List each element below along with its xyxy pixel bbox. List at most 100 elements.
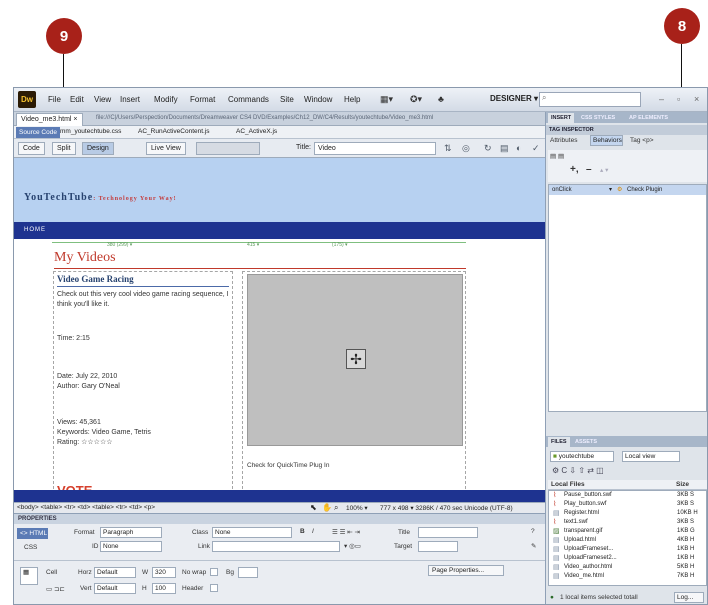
header-checkbox[interactable] <box>210 584 218 592</box>
menu-commands[interactable]: Commands <box>228 95 269 104</box>
minimize-icon[interactable]: – <box>659 94 664 104</box>
maximize-icon[interactable]: ▫ <box>677 94 680 104</box>
file-row[interactable]: ▤ Upload.html 4KB H <box>549 536 706 545</box>
video-player-cell[interactable]: ✢ Check for QuickTime Plug In <box>242 271 466 502</box>
document-tab[interactable]: Video_me3.html × <box>16 113 83 126</box>
hand-tool-icon[interactable]: ✋ <box>322 503 332 512</box>
menu-insert[interactable]: Insert <box>120 95 140 104</box>
tab-assets[interactable]: ASSETS <box>572 437 600 447</box>
behavior-row[interactable]: onClick ▾ ⚙ Check Plugin <box>549 185 706 195</box>
view-select[interactable]: Local view <box>622 451 680 462</box>
target-select[interactable] <box>418 541 458 552</box>
split-view-button[interactable]: Split <box>52 142 76 155</box>
class-select[interactable]: None <box>212 527 292 538</box>
plugin-check-text[interactable]: Check for QuickTime Plug In <box>247 462 329 469</box>
file-row[interactable]: ⌇ Pause_button.swf 3KB S <box>549 491 706 500</box>
bg-color-input[interactable] <box>238 567 258 578</box>
file-row[interactable]: ▤ UploadFrameset... 1KB H <box>549 545 706 554</box>
link-input[interactable] <box>212 541 340 552</box>
w-input[interactable]: 320 <box>152 567 176 578</box>
move-arrows-icon[interactable]: ▴ ▾ <box>600 166 608 174</box>
tag-selector[interactable]: <body> <table> <tr> <td> <table> <tr> <t… <box>17 504 155 511</box>
add-behavior-icon[interactable]: +, <box>570 164 579 175</box>
view-options-icon[interactable]: ▤ <box>500 143 509 154</box>
select-tool-icon[interactable]: ⬉ <box>310 503 317 512</box>
local-files-header[interactable]: Local Files <box>551 481 585 488</box>
quicktime-placeholder[interactable]: ✢ <box>247 274 463 446</box>
files-toolbar-icons[interactable]: ⚙ C ⇩ ⇧ ⇄ ◫ <box>552 466 604 475</box>
tab-insert[interactable]: INSERT <box>548 113 575 123</box>
quick-tag-icon[interactable]: ✎ <box>531 542 536 550</box>
point-to-file-icon[interactable]: ▾ ◎▭ <box>344 542 361 550</box>
search-input[interactable]: ⌕ <box>539 92 641 107</box>
merge-split-icon[interactable]: ▭ ⊐⊏ <box>46 585 65 593</box>
tab-files[interactable]: FILES <box>548 437 570 447</box>
file-management-icon[interactable]: ⇅ <box>444 143 452 154</box>
file-row[interactable]: ⌇ text1.swf 3KB S <box>549 518 706 527</box>
menu-edit[interactable]: Edit <box>70 95 84 104</box>
refresh-icon[interactable]: ↻ <box>484 143 492 154</box>
live-view-button[interactable]: Live View <box>146 142 186 155</box>
h-input[interactable]: 100 <box>152 583 176 594</box>
nav-home-link[interactable]: HOME <box>24 227 46 233</box>
preview-browser-icon[interactable]: ◎ <box>462 143 470 154</box>
window-size-info[interactable]: 777 x 498 ▾ 3286K / 470 sec Unicode (UTF… <box>380 504 513 512</box>
title-prop-input[interactable] <box>418 527 478 538</box>
site-select[interactable]: ■ youtechtube <box>550 451 614 462</box>
event-dropdown-icon[interactable]: ▾ <box>609 185 612 195</box>
design-view-button[interactable]: Design <box>82 142 114 155</box>
related-file-ac-runactive[interactable]: AC_RunActiveContent.js <box>138 128 210 135</box>
menu-file[interactable]: File <box>48 95 61 104</box>
behaviors-tab[interactable]: Behaviors <box>590 135 623 146</box>
italic-button[interactable]: I <box>312 528 314 535</box>
menu-window[interactable]: Window <box>304 95 332 104</box>
attributes-tab[interactable]: Attributes <box>550 137 577 144</box>
site-icon[interactable]: ♣ <box>438 94 444 104</box>
file-row[interactable]: ▤ Video_author.html 5KB H <box>549 563 706 572</box>
zoom-select[interactable]: 100% ▾ <box>346 504 368 512</box>
menu-format[interactable]: Format <box>190 95 215 104</box>
list-buttons[interactable]: ☰ ☰ ⇤ ⇥ <box>332 528 360 536</box>
zoom-tool-icon[interactable]: ⌕ <box>334 503 338 513</box>
code-view-button[interactable]: Code <box>18 142 45 155</box>
menu-modify[interactable]: Modify <box>154 95 178 104</box>
horz-select[interactable]: Default <box>94 567 136 578</box>
extend-icon[interactable]: ✪▾ <box>410 94 422 105</box>
html-mode-button[interactable]: <> HTML <box>17 528 49 539</box>
tab-css-styles[interactable]: CSS STYLES <box>578 113 618 123</box>
title-input[interactable]: Video <box>314 142 436 155</box>
workspace-switcher[interactable]: DESIGNER ▾ <box>490 94 538 103</box>
source-code-button[interactable]: Source Code <box>16 127 60 138</box>
show-events-icon[interactable]: ▤ ▤ <box>550 152 564 160</box>
tag-p-tab[interactable]: Tag <p> <box>630 137 654 144</box>
id-select[interactable]: None <box>100 541 162 552</box>
validate-icon[interactable]: ✓ <box>532 143 540 154</box>
close-icon[interactable]: × <box>694 94 699 104</box>
live-code-button[interactable] <box>196 142 260 155</box>
format-select[interactable]: Paragraph <box>100 527 162 538</box>
file-row[interactable]: ▤ Video_me.html 7KB H <box>549 572 706 581</box>
behavior-action[interactable]: Check Plugin <box>627 185 662 195</box>
video-info-cell[interactable]: Video Game Racing Check out this very co… <box>53 271 233 502</box>
file-row[interactable]: ▤ UploadFrameset2... 1KB H <box>549 554 706 563</box>
vert-select[interactable]: Default <box>94 583 136 594</box>
help-icon[interactable]: ? <box>531 528 535 535</box>
menu-help[interactable]: Help <box>344 95 360 104</box>
related-file-ac-activex[interactable]: AC_ActiveX.js <box>236 128 277 135</box>
file-row[interactable]: ⌇ Play_button.swf 3KB S <box>549 500 706 509</box>
bold-button[interactable]: B <box>300 528 305 535</box>
visual-aids-icon[interactable]: ◐ <box>516 143 521 153</box>
behavior-event[interactable]: onClick <box>552 185 572 195</box>
related-file-css[interactable]: mm_youtechtube.css <box>60 128 121 135</box>
page-properties-button[interactable]: Page Properties... <box>428 565 504 576</box>
css-mode-button[interactable]: CSS <box>24 544 37 551</box>
size-header[interactable]: Size <box>676 481 689 488</box>
remove-behavior-icon[interactable]: – <box>586 164 592 175</box>
menu-view[interactable]: View <box>94 95 111 104</box>
file-row[interactable]: ▨ transparent.gif 1KB G <box>549 527 706 536</box>
layout-icon[interactable]: ▦▾ <box>380 94 393 105</box>
file-row[interactable]: ▤ Register.html 10KB H <box>549 509 706 518</box>
log-button[interactable]: Log... <box>674 592 704 603</box>
nowrap-checkbox[interactable] <box>210 568 218 576</box>
tab-ap-elements[interactable]: AP ELEMENTS <box>626 113 671 123</box>
